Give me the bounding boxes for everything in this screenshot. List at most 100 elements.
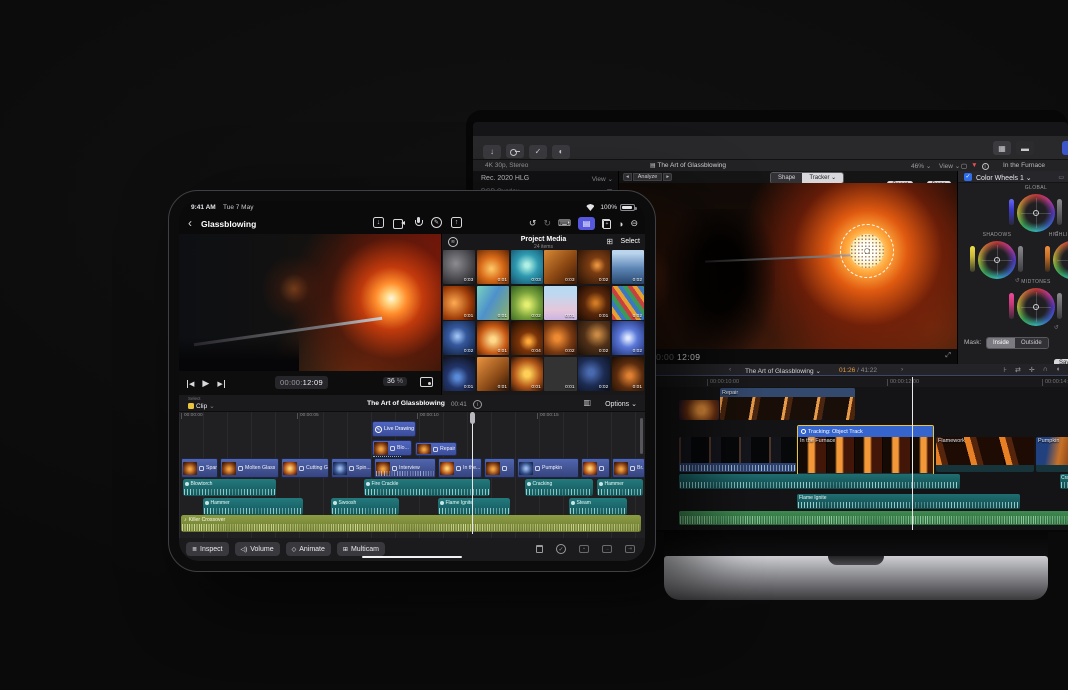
- video-clip[interactable]: [484, 458, 515, 478]
- video-clip[interactable]: Interview: [374, 458, 436, 478]
- music-clip[interactable]: ♪Killer Crossover: [181, 515, 641, 532]
- mask-outside-segment[interactable]: Outside: [1015, 338, 1048, 348]
- jog-wheel-icon[interactable]: ◑: [618, 219, 623, 229]
- media-thumbnail[interactable]: 0:02: [612, 286, 644, 320]
- analyze-forward-button[interactable]: ▸: [663, 173, 672, 181]
- clip-mode-menu[interactable]: Clip ⌄: [188, 402, 215, 410]
- clip-interview[interactable]: [679, 437, 796, 472]
- midtones-color-wheel[interactable]: [1017, 288, 1055, 326]
- media-thumbnail[interactable]: 0:02: [544, 321, 576, 355]
- paste-icon[interactable]: [602, 219, 611, 229]
- scope-view-menu[interactable]: View ⌄: [592, 175, 613, 183]
- redo-icon[interactable]: ↻: [543, 218, 551, 229]
- pencil-icon[interactable]: ✎: [431, 217, 442, 228]
- video-clip[interactable]: [581, 458, 610, 478]
- grid-view-icon[interactable]: ⊞: [606, 237, 613, 246]
- snapping-icon[interactable]: ✛: [1029, 366, 1035, 374]
- media-thumbnail[interactable]: 0:03: [443, 250, 475, 284]
- mic-icon[interactable]: [414, 217, 422, 228]
- ipad-timeline[interactable]: 00:00:0000:00:0500:00:1000:00:15 ✎ Live …: [179, 412, 645, 538]
- inspector-toggle-sliver[interactable]: [1062, 141, 1068, 155]
- audio-clip[interactable]: Cracking: [525, 479, 593, 496]
- media-thumbnail[interactable]: 0:01: [477, 250, 509, 284]
- media-thumbnail[interactable]: 0:01: [612, 357, 644, 391]
- shadows-color-wheel[interactable]: [978, 241, 1016, 279]
- color-inspector-icon[interactable]: ▼: [971, 162, 977, 170]
- viewer-zoom-menu[interactable]: 46% ⌄: [911, 162, 931, 170]
- video-clip[interactable]: Spin...: [331, 458, 372, 478]
- undo-icon[interactable]: ↺: [529, 218, 537, 229]
- media-thumbnail[interactable]: 0:03: [544, 250, 576, 284]
- next-frame-icon[interactable]: ▶: [217, 380, 224, 388]
- media-thumbnail[interactable]: 0:02: [578, 357, 610, 391]
- midtones-right-slider[interactable]: [1057, 293, 1062, 319]
- ipad-timecode[interactable]: 00:00:12:09: [275, 376, 328, 389]
- insert-clip-icon[interactable]: →: [602, 545, 612, 553]
- media-thumbnail[interactable]: 0:01: [443, 357, 475, 391]
- mac-music-clip[interactable]: [679, 511, 1068, 525]
- media-thumbnail[interactable]: 0:02: [578, 250, 610, 284]
- clip-appearance-icon[interactable]: ▥: [583, 398, 591, 407]
- viewer-zoom-level[interactable]: 36 %: [383, 377, 407, 386]
- media-thumbnail[interactable]: 0:02: [511, 286, 543, 320]
- media-thumbnail[interactable]: 0:03: [511, 250, 543, 284]
- midtones-reset-icon[interactable]: ↺: [1054, 325, 1059, 331]
- playhead-handle[interactable]: [470, 412, 475, 424]
- clip-flamework[interactable]: Flamework: [936, 437, 1034, 472]
- mask-inside-segment[interactable]: Inside: [987, 338, 1015, 348]
- global-right-slider[interactable]: [1057, 199, 1062, 225]
- overwrite-clip-icon[interactable]: ⇥: [625, 545, 635, 553]
- audio-clip[interactable]: Blowtorch: [183, 479, 276, 496]
- keying-button[interactable]: [506, 144, 524, 158]
- fullscreen-icon[interactable]: ⤢: [945, 352, 951, 360]
- video-clip[interactable]: Spar...: [181, 458, 218, 478]
- skimming-icon[interactable]: ⇄: [1015, 366, 1021, 374]
- media-thumbnail[interactable]: 0:01: [477, 357, 509, 391]
- mac-playhead[interactable]: [912, 377, 913, 530]
- shape-segment[interactable]: Shape: [771, 173, 802, 183]
- analyze-toggle-button[interactable]: ✓: [529, 145, 547, 159]
- browser-grid-button[interactable]: ▦: [993, 141, 1011, 155]
- audio-clip[interactable]: Hammer: [597, 479, 643, 496]
- midtones-left-slider[interactable]: [1009, 293, 1014, 319]
- shadows-wheel-hub[interactable]: [994, 257, 1000, 263]
- import-button[interactable]: ↓: [483, 145, 501, 159]
- video-clip[interactable]: Pumpkin: [517, 458, 579, 478]
- tracker-segment[interactable]: Tracker ⌄: [802, 173, 843, 183]
- video-clip[interactable]: Molten Glass: [220, 458, 279, 478]
- highlights-left-slider[interactable]: [1045, 246, 1050, 272]
- shadows-left-slider[interactable]: [970, 246, 975, 272]
- audio-clip[interactable]: Hammer: [203, 498, 303, 515]
- solo-icon[interactable]: ∩: [1043, 366, 1048, 374]
- approve-icon[interactable]: ✓: [556, 544, 566, 554]
- media-thumbnail[interactable]: 0:01: [544, 286, 576, 320]
- connect-clip-icon[interactable]: ▪: [579, 545, 589, 553]
- inspect-button[interactable]: ≣Inspect: [186, 542, 229, 556]
- clip-pumpkin[interactable]: Pumpkin: [1036, 437, 1068, 472]
- media-thumbnail[interactable]: 0:01: [544, 357, 576, 391]
- mac-audio-clip-cracklin[interactable]: Crackli...: [1060, 474, 1068, 489]
- global-wheel-hub[interactable]: [1033, 210, 1039, 216]
- color-wheels-header[interactable]: ✓ Color Wheels 1 ⌄ ▭: [958, 171, 1068, 183]
- video-clip[interactable]: Br...: [612, 458, 645, 478]
- timeline-scrollbar[interactable]: [640, 418, 643, 454]
- keyframe-icon[interactable]: ▭: [1058, 174, 1064, 181]
- timeline-view-button[interactable]: ▬: [1016, 141, 1034, 155]
- info-icon[interactable]: i: [473, 400, 482, 409]
- effect-checkbox[interactable]: ✓: [964, 173, 972, 181]
- viewer-view-menu[interactable]: View ⌄: [939, 162, 960, 170]
- video-clip[interactable]: In the...: [438, 458, 482, 478]
- analyze-back-button[interactable]: ◂: [623, 173, 632, 181]
- minimize-icon[interactable]: ⊖: [630, 218, 638, 229]
- timeline-forward-arrow[interactable]: ›: [901, 366, 903, 373]
- connected-clip-partial[interactable]: [679, 400, 719, 420]
- play-button[interactable]: ▶: [202, 378, 209, 389]
- ipad-playhead[interactable]: [472, 412, 473, 534]
- global-left-slider[interactable]: [1009, 199, 1014, 225]
- media-thumbnail[interactable]: 0:01: [511, 357, 543, 391]
- media-browser-icon-selected[interactable]: ▤: [578, 217, 595, 230]
- trash-icon[interactable]: [536, 545, 543, 553]
- ipad-viewer[interactable]: [179, 234, 441, 371]
- external-display-icon[interactable]: [420, 377, 433, 387]
- home-indicator[interactable]: [362, 556, 462, 559]
